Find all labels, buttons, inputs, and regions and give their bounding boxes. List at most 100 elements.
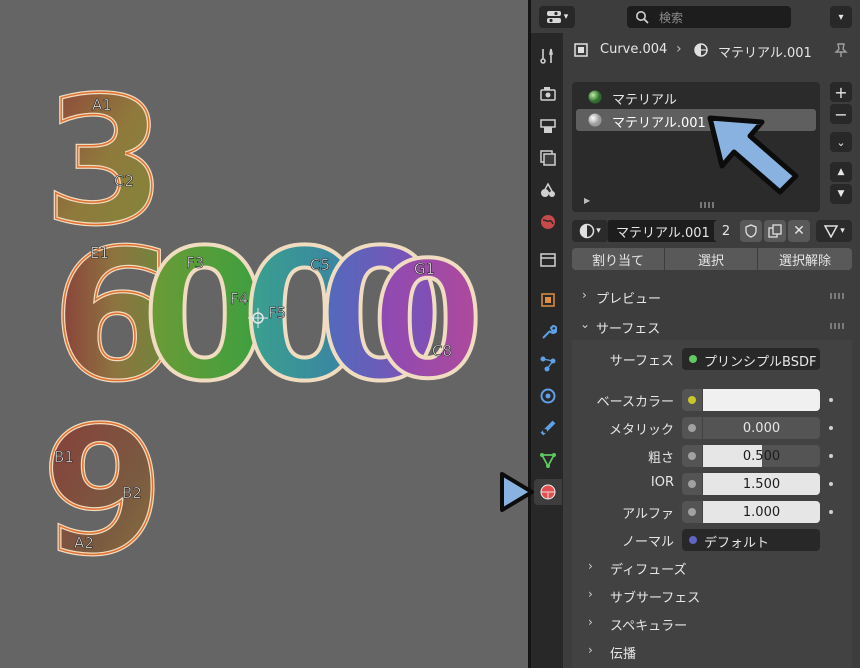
uv-label: A2 (74, 534, 94, 552)
tab-view-layer[interactable] (534, 145, 562, 171)
keyframe-dot-icon[interactable] (829, 454, 833, 458)
list-item[interactable]: マテリアル (576, 86, 816, 108)
search-input[interactable]: 検索 (627, 6, 791, 28)
tab-constraints[interactable] (534, 415, 562, 441)
alpha-label: アルファ (622, 507, 674, 522)
tab-material[interactable] (534, 479, 562, 505)
roughness-link-button[interactable] (682, 445, 702, 467)
ior-label: IOR (650, 475, 674, 490)
tab-world[interactable] (534, 209, 562, 235)
material-name-field[interactable]: マテリアル.001 (608, 220, 720, 242)
tab-particles[interactable] (534, 351, 562, 377)
ior-value: 1.500 (742, 476, 781, 492)
move-slot-up-button[interactable]: ▲ (830, 162, 852, 182)
specular-subpanel[interactable]: › スペキュラー (578, 612, 848, 634)
transmission-subpanel[interactable]: › 伝播 (578, 640, 848, 662)
color-socket-icon (688, 396, 696, 404)
select-button[interactable]: 選択 (665, 248, 757, 270)
chevron-down-icon: ⌄ (580, 317, 591, 331)
deselect-button[interactable]: 選択解除 (758, 248, 852, 270)
link-type-dropdown[interactable]: ▾ (816, 220, 852, 242)
output-icon (540, 119, 556, 133)
normal-value: デフォルト (704, 536, 770, 551)
panel-title: サーフェス (596, 322, 661, 337)
options-dropdown[interactable]: ▾ (830, 6, 852, 28)
keyframe-dot-icon[interactable] (829, 398, 833, 402)
roughness-slider[interactable]: 0.500 (703, 445, 820, 467)
diffuse-subpanel[interactable]: › ディフューズ (578, 556, 848, 578)
triangle-up-icon: ▲ (837, 167, 845, 177)
surface-panel-header[interactable]: ⌄ サーフェス (572, 314, 852, 338)
normal-input-selector[interactable]: デフォルト (682, 529, 820, 551)
shader-socket-icon (689, 355, 697, 363)
tab-scene[interactable] (534, 177, 562, 203)
ior-field[interactable]: 1.500 (703, 473, 820, 495)
chevron-down-icon: ▾ (596, 226, 601, 236)
tab-physics[interactable] (534, 383, 562, 409)
chevron-right-icon: › (588, 643, 593, 657)
tab-collection[interactable] (534, 247, 562, 273)
base-color-swatch[interactable] (703, 389, 820, 411)
preview-panel-header[interactable]: › プレビュー (572, 284, 852, 308)
drag-handle-icon[interactable] (830, 293, 844, 299)
fake-user-button[interactable] (740, 220, 762, 242)
list-resize-handle[interactable] (700, 202, 714, 208)
tab-modifiers[interactable] (534, 319, 562, 345)
metallic-link-button[interactable] (682, 417, 702, 439)
move-slot-down-button[interactable]: ▼ (830, 184, 852, 204)
alpha-slider[interactable]: 1.000 (703, 501, 820, 523)
metallic-slider[interactable]: 0.000 (703, 417, 820, 439)
add-slot-button[interactable]: + (830, 82, 852, 102)
breadcrumb-separator: › (676, 41, 682, 57)
view-layer-icon (540, 150, 556, 166)
drag-handle-icon[interactable] (830, 323, 844, 329)
render-icon (540, 87, 556, 101)
tab-render[interactable] (534, 81, 562, 107)
editor-type-button[interactable]: ▾ (539, 6, 575, 28)
uv-label: F3 (186, 254, 204, 272)
ior-link-button[interactable] (682, 473, 702, 495)
tab-data[interactable] (534, 447, 562, 473)
float-socket-icon (688, 480, 696, 488)
base-color-label: ベースカラー (596, 395, 674, 410)
curve-text-object[interactable]: 3 3 6 6 0 0 0 0 9 9 A1 C2 F3 F4 F5 C5 G1… (0, 0, 528, 668)
base-color-link-button[interactable] (682, 389, 702, 411)
material-preview-icon (588, 113, 602, 127)
slot-label: マテリアル (612, 93, 677, 108)
keyframe-dot-icon[interactable] (829, 482, 833, 486)
material-preview-icon (588, 90, 602, 104)
browse-material-button[interactable]: ▾ (572, 220, 608, 242)
triangle-down-icon: ▼ (837, 189, 845, 199)
duplicate-material-button[interactable] (764, 220, 786, 242)
chevron-right-icon: › (588, 615, 593, 629)
digit-9-edge: 9 (42, 391, 164, 594)
assign-button[interactable]: 割り当て (572, 248, 664, 270)
uv-label: G1 (414, 260, 435, 278)
float-socket-icon (688, 452, 696, 460)
keyframe-dot-icon[interactable] (829, 426, 833, 430)
slot-specials-menu[interactable]: ⌄ (830, 132, 852, 152)
breadcrumb-material: マテリアル.001 (718, 46, 812, 61)
shader-value: プリンシプルBSDF (704, 355, 817, 370)
pin-icon[interactable] (833, 42, 849, 58)
physics-icon (540, 388, 556, 404)
chevron-right-icon: › (588, 587, 593, 601)
remove-slot-button[interactable]: − (830, 104, 852, 124)
tab-output[interactable] (534, 113, 562, 139)
subpanel-title: ディフューズ (610, 563, 687, 578)
tab-tool[interactable] (534, 43, 562, 69)
subsurface-subpanel[interactable]: › サブサーフェス (578, 584, 848, 606)
scene-icon (541, 182, 555, 197)
material-icon (579, 223, 595, 239)
tab-object[interactable] (534, 287, 562, 313)
alpha-link-button[interactable] (682, 501, 702, 523)
unlink-material-button[interactable]: ✕ (788, 220, 810, 242)
3d-viewport[interactable]: 3 3 6 6 0 0 0 0 9 9 A1 C2 F3 F4 F5 C5 G1… (0, 0, 528, 668)
user-count[interactable]: 2 (714, 220, 738, 242)
filter-expand-icon[interactable]: ▶ (584, 196, 590, 205)
uv-label: B2 (122, 484, 142, 502)
keyframe-dot-icon[interactable] (829, 510, 833, 514)
surface-shader-selector[interactable]: プリンシプルBSDF (682, 348, 820, 370)
chevron-down-icon: ⌄ (836, 135, 846, 149)
subpanel-title: サブサーフェス (610, 591, 701, 606)
